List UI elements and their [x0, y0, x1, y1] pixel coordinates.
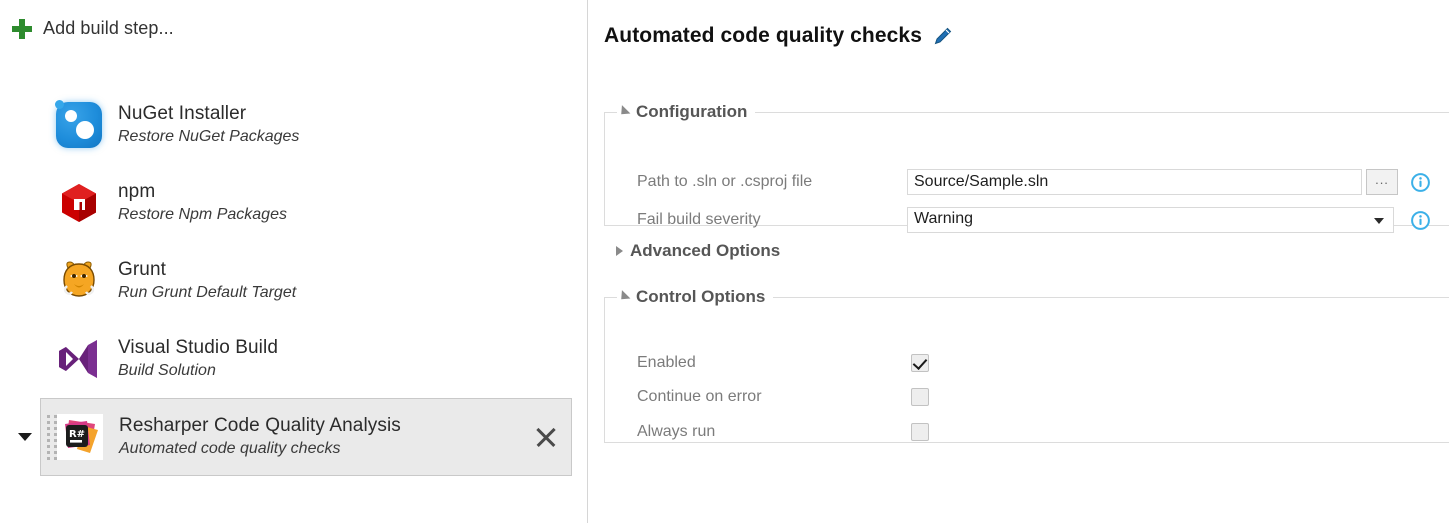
drag-handle-icon[interactable] — [47, 413, 57, 461]
triangle-down-icon — [616, 104, 631, 119]
add-build-step-label: Add build step... — [43, 18, 174, 38]
nuget-icon — [55, 100, 102, 148]
section-advanced-options-label: Advanced Options — [630, 241, 781, 260]
build-step-subtitle: Restore NuGet Packages — [118, 127, 300, 145]
pencil-icon[interactable] — [932, 25, 954, 47]
check-row-always-run: Always run — [605, 423, 1449, 445]
chevron-down-icon — [1374, 218, 1384, 224]
field-row-path: Path to .sln or .csproj file ... — [605, 169, 1449, 195]
triangle-down-icon — [616, 289, 631, 304]
grunt-icon — [56, 258, 102, 304]
section-advanced-options-header[interactable]: Advanced Options — [616, 241, 780, 261]
build-step-subtitle: Restore Npm Packages — [118, 205, 287, 223]
section-control-options-label: Control Options — [636, 287, 766, 306]
always-run-checkbox[interactable] — [911, 423, 929, 441]
close-icon[interactable] — [533, 424, 559, 450]
field-label-severity: Fail build severity — [637, 211, 761, 228]
info-icon[interactable] — [1411, 210, 1430, 230]
section-configuration-legend[interactable]: Configuration — [616, 102, 755, 122]
resharper-icon: R# — [57, 414, 103, 460]
check-row-continue-on-error: Continue on error — [605, 388, 1449, 410]
plus-icon — [12, 18, 32, 39]
build-step-item-npm[interactable]: npm Restore Npm Packages — [0, 164, 588, 242]
build-step-subtitle: Automated code quality checks — [119, 439, 341, 457]
path-to-solution-input[interactable] — [907, 169, 1362, 195]
check-label-continue-on-error: Continue on error — [637, 388, 762, 405]
check-row-enabled: Enabled — [605, 354, 1449, 376]
panel-title-row: Automated code quality checks — [604, 24, 954, 48]
svg-text:R#: R# — [69, 429, 85, 440]
triangle-right-icon — [616, 246, 623, 256]
build-step-title: Resharper Code Quality Analysis — [119, 415, 401, 437]
fail-build-severity-select[interactable]: Warning — [907, 207, 1394, 233]
build-step-subtitle: Build Solution — [118, 361, 216, 379]
check-label-always-run: Always run — [637, 423, 716, 440]
enabled-checkbox[interactable] — [911, 354, 929, 372]
npm-icon — [56, 180, 102, 226]
section-control-options-legend[interactable]: Control Options — [616, 287, 773, 307]
build-step-title: npm — [118, 181, 156, 203]
build-step-list: NuGet Installer Restore NuGet Packages n — [0, 86, 588, 476]
section-control-options: Control Options Enabled Continue on erro… — [604, 287, 1449, 443]
build-step-title: Visual Studio Build — [118, 337, 278, 359]
build-step-item-resharper[interactable]: R# Resharper Code Quality Analysis Autom… — [0, 398, 588, 476]
visual-studio-icon — [56, 336, 102, 382]
build-step-item-visual-studio[interactable]: Visual Studio Build Build Solution — [0, 320, 588, 398]
build-step-item-nuget[interactable]: NuGet Installer Restore NuGet Packages — [0, 86, 588, 164]
section-configuration: Configuration Path to .sln or .csproj fi… — [604, 102, 1449, 233]
info-icon[interactable] — [1411, 172, 1430, 192]
browse-button[interactable]: ... — [1366, 169, 1398, 195]
build-steps-panel: Add build step... NuGet Installer Restor… — [0, 0, 588, 523]
chevron-down-icon[interactable] — [18, 433, 32, 441]
section-configuration-label: Configuration — [636, 102, 748, 121]
check-label-enabled: Enabled — [637, 354, 696, 371]
build-step-subtitle: Run Grunt Default Target — [118, 283, 297, 301]
task-details-panel: Automated code quality checks Configurat… — [589, 0, 1449, 523]
continue-on-error-checkbox[interactable] — [911, 388, 929, 406]
build-step-item-grunt[interactable]: Grunt Run Grunt Default Target — [0, 242, 588, 320]
add-build-step-button[interactable]: Add build step... — [12, 18, 174, 39]
field-label-path: Path to .sln or .csproj file — [637, 173, 813, 190]
fail-build-severity-value: Warning — [914, 210, 973, 227]
field-row-severity: Fail build severity Warning — [605, 207, 1449, 233]
build-step-title: Grunt — [118, 259, 167, 281]
build-step-title: NuGet Installer — [118, 103, 247, 125]
page-title: Automated code quality checks — [604, 24, 922, 47]
